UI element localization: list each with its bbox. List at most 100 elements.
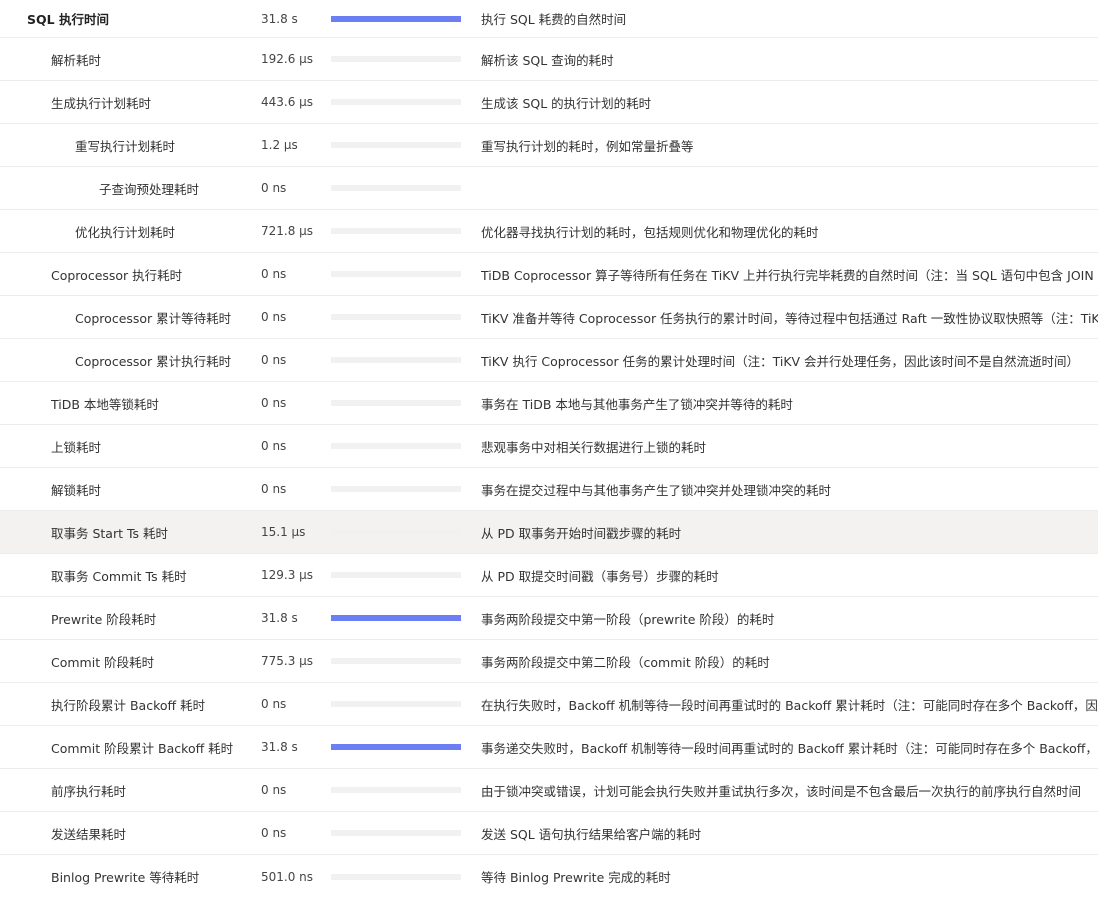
row-name-cell: 上锁耗时 bbox=[0, 425, 301, 467]
row-description-cell: 悲观事务中对相关行数据进行上锁的耗时 bbox=[481, 425, 1098, 467]
row-bar-cell bbox=[331, 468, 461, 510]
duration-bar-track bbox=[331, 529, 461, 535]
row-name: SQL 执行时间 bbox=[27, 12, 109, 27]
row-description-cell: 事务在提交过程中与其他事务产生了锁冲突并处理锁冲突的耗时 bbox=[481, 468, 1098, 510]
table-row[interactable]: Coprocessor 累计执行耗时 0 ns TiKV 执行 Coprocesso… bbox=[0, 339, 1098, 382]
table-row[interactable]: 取事务 Start Ts 耗时 15.1 µs 从 PD 取事务开始时间戳步骤的耗时 bbox=[0, 511, 1098, 554]
row-name: 发送结果耗时 bbox=[51, 826, 127, 842]
table-row[interactable]: Coprocessor 执行耗时 0 ns TiDB Coprocessor 算子等… bbox=[0, 253, 1098, 296]
row-name-cell: 取事务 Start Ts 耗时 bbox=[0, 511, 301, 553]
row-description-cell: 从 PD 取提交时间戳（事务号）步骤的耗时 bbox=[481, 554, 1098, 596]
row-duration: 721.8 µs bbox=[261, 224, 314, 238]
table-row[interactable]: Binlog Prewrite 等待耗时 501.0 ns 等待 Binlog Pr… bbox=[0, 855, 1098, 898]
row-name-cell: TiDB 本地等锁耗时 bbox=[0, 382, 301, 424]
row-name: 取事务 Commit Ts 耗时 bbox=[51, 568, 187, 584]
duration-bar-track bbox=[331, 271, 461, 277]
table-row[interactable]: 前序执行耗时 0 ns 由于锁冲突或错误，计划可能会执行失败并重试执行多次，该时间是… bbox=[0, 769, 1098, 812]
row-duration: 31.8 s bbox=[261, 740, 298, 754]
row-description: 解析该 SQL 查询的耗时 bbox=[481, 52, 614, 68]
table-row[interactable]: Commit 阶段耗时 775.3 µs 事务两阶段提交中第二阶段（commit 阶… bbox=[0, 640, 1098, 683]
row-description-cell: 事务两阶段提交中第二阶段（commit 阶段）的耗时 bbox=[481, 640, 1098, 682]
row-bar-cell bbox=[331, 38, 461, 80]
row-name-cell: 取事务 Commit Ts 耗时 bbox=[0, 554, 301, 596]
row-duration: 192.6 µs bbox=[261, 52, 314, 66]
row-bar-cell bbox=[331, 339, 461, 381]
row-name: 解析耗时 bbox=[51, 52, 102, 68]
duration-bar-track bbox=[331, 787, 461, 793]
table-row[interactable]: SQL 执行时间 31.8 s 执行 SQL 耗费的自然时间 bbox=[0, 0, 1098, 38]
row-name: 取事务 Start Ts 耗时 bbox=[51, 525, 169, 541]
row-name: Commit 阶段耗时 bbox=[51, 654, 155, 670]
timing-table: SQL 执行时间 31.8 s 执行 SQL 耗费的自然时间 解析耗时 192.6 µs… bbox=[0, 0, 1098, 898]
row-description: 事务在提交过程中与其他事务产生了锁冲突并处理锁冲突的耗时 bbox=[481, 482, 832, 498]
row-description: 事务递交失败时，Backoff 机制等待一段时间再重试时的 Backoff 累计… bbox=[481, 740, 1098, 756]
table-row[interactable]: 生成执行计划耗时 443.6 µs 生成该 SQL 的执行计划的耗时 bbox=[0, 81, 1098, 124]
row-description: 生成该 SQL 的执行计划的耗时 bbox=[481, 95, 652, 111]
row-name-cell: 前序执行耗时 bbox=[0, 769, 301, 811]
table-row[interactable]: 上锁耗时 0 ns 悲观事务中对相关行数据进行上锁的耗时 bbox=[0, 425, 1098, 468]
table-row[interactable]: TiDB 本地等锁耗时 0 ns 事务在 TiDB 本地与其他事务产生了锁冲突并等待… bbox=[0, 382, 1098, 425]
duration-bar-track bbox=[331, 658, 461, 664]
row-bar-cell bbox=[331, 640, 461, 682]
row-description: 优化器寻找执行计划的耗时，包括规则优化和物理优化的耗时 bbox=[481, 224, 819, 240]
row-duration: 15.1 µs bbox=[261, 525, 306, 539]
row-description: TiKV 准备并等待 Coprocessor 任务执行的累计时间，等待过程中包括… bbox=[481, 310, 1098, 326]
duration-bar-track bbox=[331, 56, 461, 62]
row-bar-cell bbox=[331, 382, 461, 424]
row-description-cell bbox=[481, 167, 1098, 209]
table-row[interactable]: 取事务 Commit Ts 耗时 129.3 µs 从 PD 取提交时间戳（事务号）… bbox=[0, 554, 1098, 597]
table-row[interactable]: Coprocessor 累计等待耗时 0 ns TiKV 准备并等待 Coproce… bbox=[0, 296, 1098, 339]
row-description-cell: 事务两阶段提交中第一阶段（prewrite 阶段）的耗时 bbox=[481, 597, 1098, 639]
row-duration: 0 ns bbox=[261, 697, 287, 711]
table-row[interactable]: Commit 阶段累计 Backoff 耗时 31.8 s 事务递交失败时，Back… bbox=[0, 726, 1098, 769]
table-row[interactable]: 优化执行计划耗时 721.8 µs 优化器寻找执行计划的耗时，包括规则优化和物理优化… bbox=[0, 210, 1098, 253]
table-row[interactable]: 解锁耗时 0 ns 事务在提交过程中与其他事务产生了锁冲突并处理锁冲突的耗时 bbox=[0, 468, 1098, 511]
duration-bar-track bbox=[331, 744, 461, 750]
row-duration: 129.3 µs bbox=[261, 568, 314, 582]
row-description: TiDB Coprocessor 算子等待所有任务在 TiKV 上并行执行完毕耗… bbox=[481, 267, 1098, 283]
row-bar-cell bbox=[331, 81, 461, 123]
row-duration: 0 ns bbox=[261, 310, 287, 324]
row-description: 事务两阶段提交中第一阶段（prewrite 阶段）的耗时 bbox=[481, 611, 775, 627]
row-description-cell: 等待 Binlog Prewrite 完成的耗时 bbox=[481, 855, 1098, 898]
row-duration: 0 ns bbox=[261, 353, 287, 367]
row-name-cell: 执行阶段累计 Backoff 耗时 bbox=[0, 683, 301, 725]
duration-bar-track bbox=[331, 400, 461, 406]
row-bar-cell bbox=[331, 511, 461, 553]
row-description-cell: 由于锁冲突或错误，计划可能会执行失败并重试执行多次，该时间是不包含最后一次执行的… bbox=[481, 769, 1098, 811]
table-row[interactable]: Prewrite 阶段耗时 31.8 s 事务两阶段提交中第一阶段（prewrite… bbox=[0, 597, 1098, 640]
duration-bar-track bbox=[331, 185, 461, 191]
row-name-cell: 解锁耗时 bbox=[0, 468, 301, 510]
row-description-cell: 生成该 SQL 的执行计划的耗时 bbox=[481, 81, 1098, 123]
duration-bar-fill bbox=[331, 744, 461, 750]
row-name: 解锁耗时 bbox=[51, 482, 102, 498]
row-duration: 501.0 ns bbox=[261, 869, 314, 884]
row-description-cell: 发送 SQL 语句执行结果给客户端的耗时 bbox=[481, 812, 1098, 854]
row-duration: 775.3 µs bbox=[261, 654, 314, 668]
row-name: Coprocessor 累计执行耗时 bbox=[75, 353, 232, 369]
table-row[interactable]: 发送结果耗时 0 ns 发送 SQL 语句执行结果给客户端的耗时 bbox=[0, 812, 1098, 855]
table-row[interactable]: 执行阶段累计 Backoff 耗时 0 ns 在执行失败时，Backoff 机制等待… bbox=[0, 683, 1098, 726]
table-row[interactable]: 解析耗时 192.6 µs 解析该 SQL 查询的耗时 bbox=[0, 38, 1098, 81]
row-description-cell: 事务递交失败时，Backoff 机制等待一段时间再重试时的 Backoff 累计… bbox=[481, 726, 1098, 768]
row-duration: 0 ns bbox=[261, 439, 287, 453]
row-description: 由于锁冲突或错误，计划可能会执行失败并重试执行多次，该时间是不包含最后一次执行的… bbox=[481, 783, 1082, 799]
row-name: Commit 阶段累计 Backoff 耗时 bbox=[51, 740, 234, 756]
duration-bar-track bbox=[331, 15, 461, 22]
duration-bar-track bbox=[331, 486, 461, 492]
row-bar-cell bbox=[331, 597, 461, 639]
row-name-cell: 发送结果耗时 bbox=[0, 812, 301, 854]
duration-bar-track bbox=[331, 99, 461, 105]
row-bar-cell bbox=[331, 210, 461, 252]
row-name-cell: Binlog Prewrite 等待耗时 bbox=[0, 855, 301, 898]
row-name: 执行阶段累计 Backoff 耗时 bbox=[51, 697, 206, 713]
row-description: 事务两阶段提交中第二阶段（commit 阶段）的耗时 bbox=[481, 654, 770, 670]
row-bar-cell bbox=[331, 124, 461, 166]
table-row[interactable]: 子查询预处理耗时 0 ns bbox=[0, 167, 1098, 210]
row-description: 事务在 TiDB 本地与其他事务产生了锁冲突并等待的耗时 bbox=[481, 396, 793, 412]
row-duration: 0 ns bbox=[261, 482, 287, 496]
duration-bar-track bbox=[331, 314, 461, 320]
duration-bar-track bbox=[331, 701, 461, 707]
table-row[interactable]: 重写执行计划耗时 1.2 µs 重写执行计划的耗时，例如常量折叠等 bbox=[0, 124, 1098, 167]
row-description: 执行 SQL 耗费的自然时间 bbox=[481, 12, 627, 27]
